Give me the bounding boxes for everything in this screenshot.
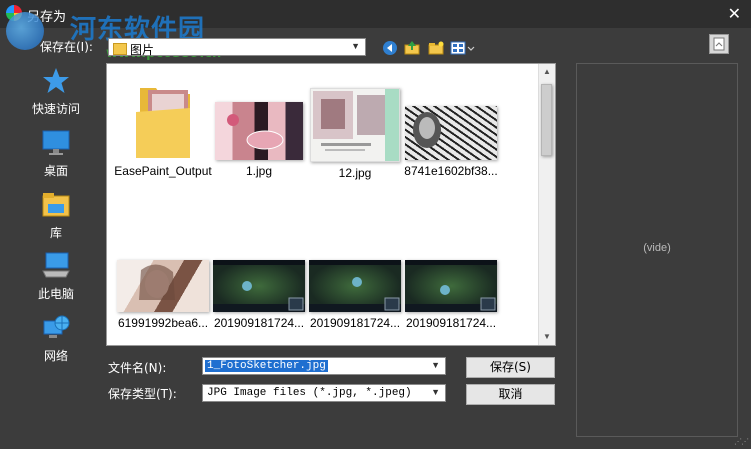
lookin-value: 图片 [130, 43, 155, 57]
list-item[interactable]: 1.jpg [209, 82, 309, 178]
star-icon [43, 68, 69, 93]
scroll-up-icon[interactable]: ▲ [539, 64, 555, 80]
save-button[interactable]: 保存(S) [466, 357, 555, 378]
folder-icon [113, 43, 127, 55]
sidebar-item-network[interactable]: 网络 [24, 313, 88, 364]
lookin-label: 保存在(I): [40, 40, 93, 54]
file-name: 201909181724... [213, 316, 305, 330]
image-thumbnail [405, 106, 497, 160]
file-name: 12.jpg [338, 166, 372, 180]
filename-field[interactable]: 1_FotoSketcher.jpg ▼ [202, 357, 446, 375]
desktop-icon [42, 130, 70, 155]
sidebar-item-this-pc[interactable]: 此电脑 [24, 251, 88, 302]
close-icon[interactable]: ✕ [728, 4, 741, 24]
sidebar-item-label: 快速访问 [31, 102, 80, 116]
filetype-label: 保存类型(T): [108, 387, 177, 401]
file-name: EasePaint_Output [114, 164, 212, 178]
sidebar-item-label: 网络 [43, 349, 68, 363]
sidebar-item-label: 库 [49, 226, 62, 240]
image-thumbnail [405, 260, 497, 312]
sidebar-item-library[interactable]: 库 [24, 190, 88, 241]
vertical-scrollbar[interactable]: ▲ ▼ [538, 64, 555, 345]
sidebar-item-quick-access[interactable]: 快速访问 [24, 66, 88, 117]
image-thumbnail [310, 88, 400, 162]
resize-grip-icon[interactable]: ⋰⋰ [734, 437, 749, 446]
file-name: 1.jpg [245, 164, 273, 178]
lookin-dropdown[interactable]: 图片 ▼ [108, 38, 366, 57]
filename-value: 1_FotoSketcher.jpg [205, 360, 328, 372]
library-icon [42, 193, 70, 217]
chevron-down-icon: ▼ [431, 387, 440, 397]
list-item[interactable]: 201909181724... [305, 260, 405, 330]
image-thumbnail [117, 260, 209, 312]
filename-label: 文件名(N): [108, 361, 167, 375]
filetype-value: JPG Image files (*.jpg, *.jpeg) [207, 387, 412, 399]
file-name: 201909181724... [405, 316, 497, 330]
image-thumbnail [215, 102, 303, 160]
list-item[interactable]: 201909181724... [401, 260, 501, 330]
sidebar-item-label: 桌面 [43, 164, 68, 178]
preview-pane: (vide) [576, 63, 738, 437]
list-item[interactable]: 61991992bea6... [113, 260, 213, 330]
chevron-down-icon: ▼ [431, 360, 440, 370]
scroll-down-icon[interactable]: ▼ [539, 329, 555, 345]
file-name: 8741e1602bf38... [404, 164, 498, 178]
image-thumbnail [309, 260, 401, 312]
new-folder-icon[interactable] [428, 40, 444, 56]
chevron-down-icon: ▼ [351, 41, 360, 51]
preview-toggle-icon[interactable] [709, 34, 729, 54]
cancel-button[interactable]: 取消 [466, 384, 555, 405]
watermark-logo [6, 12, 44, 50]
list-item[interactable]: 12.jpg [305, 82, 405, 180]
view-menu-icon[interactable] [450, 40, 476, 56]
scroll-thumb[interactable] [541, 84, 552, 156]
file-name: 201909181724... [309, 316, 401, 330]
up-folder-icon[interactable] [404, 40, 420, 56]
folder-icon [136, 88, 190, 158]
list-item[interactable]: 201909181724... [209, 260, 309, 330]
image-thumbnail [213, 260, 305, 312]
filetype-dropdown[interactable]: JPG Image files (*.jpg, *.jpeg) ▼ [202, 384, 446, 402]
sidebar-item-desktop[interactable]: 桌面 [24, 128, 88, 179]
network-icon [43, 315, 70, 338]
file-name: 61991992bea6... [117, 316, 209, 330]
folder-thumbnail [134, 82, 192, 160]
preview-placeholder: (vide) [643, 242, 671, 254]
file-list[interactable]: EasePaint_Output 1.jpg 12.jpg 8741e1602b… [106, 63, 556, 346]
sidebar-item-label: 此电脑 [37, 287, 74, 301]
computer-icon [42, 252, 70, 278]
back-icon[interactable] [382, 40, 398, 56]
list-item[interactable]: EasePaint_Output [113, 82, 213, 178]
list-item[interactable]: 8741e1602bf38... [401, 82, 501, 178]
